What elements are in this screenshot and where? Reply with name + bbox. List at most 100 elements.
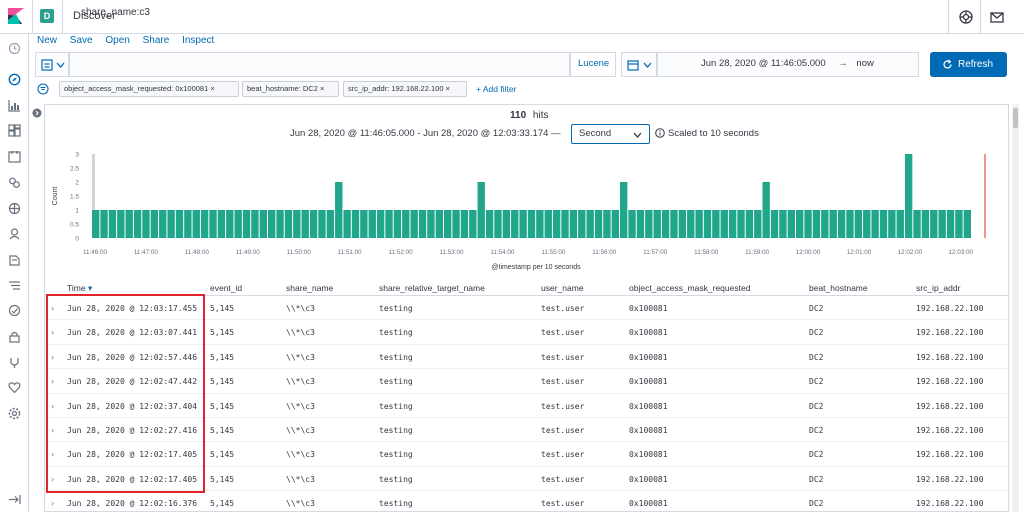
histogram-bar[interactable] <box>921 210 930 238</box>
histogram-bar[interactable] <box>527 210 536 238</box>
date-from[interactable]: Jun 28, 2020 @ 11:46:05.000 <box>701 58 826 69</box>
histogram-bar[interactable] <box>268 210 276 238</box>
histogram-bar[interactable] <box>309 210 318 238</box>
devtools-icon[interactable] <box>8 356 21 369</box>
filter-pill[interactable]: object_access_mask_requested: 0x100081 × <box>59 81 239 97</box>
histogram-bar[interactable] <box>745 210 754 238</box>
histogram-bar[interactable] <box>108 210 117 238</box>
histogram-bar[interactable] <box>812 210 821 238</box>
quick-menu-button[interactable] <box>621 52 657 77</box>
histogram-bar[interactable] <box>117 210 125 238</box>
histogram-bar[interactable] <box>435 210 443 238</box>
histogram-bar[interactable] <box>234 210 242 238</box>
collapse-icon[interactable] <box>8 493 21 506</box>
histogram-bar[interactable] <box>695 210 703 238</box>
menu-new[interactable]: New <box>37 35 57 46</box>
column-header-src-ip-addr[interactable]: src_ip_addr <box>916 283 960 293</box>
histogram-bar[interactable] <box>167 210 175 238</box>
histogram-bar[interactable] <box>469 210 477 238</box>
histogram-bar[interactable] <box>217 210 226 238</box>
menu-open[interactable]: Open <box>105 35 129 46</box>
clock-icon[interactable] <box>8 42 21 55</box>
interval-select[interactable]: Second <box>571 124 650 144</box>
histogram-bar[interactable] <box>293 210 301 238</box>
histogram-bar[interactable] <box>251 210 259 238</box>
histogram-bar[interactable] <box>133 210 142 238</box>
add-filter-button[interactable]: + Add filter <box>476 84 516 94</box>
close-icon[interactable]: × <box>210 84 214 93</box>
histogram-bar[interactable] <box>175 210 184 238</box>
column-header-object-access-mask[interactable]: object_access_mask_requested <box>629 283 750 293</box>
histogram-bar[interactable] <box>611 210 619 238</box>
histogram-bar[interactable] <box>385 210 393 238</box>
histogram-bar[interactable] <box>796 210 804 238</box>
histogram-bar[interactable] <box>955 210 963 238</box>
histogram-bar[interactable] <box>192 210 200 238</box>
space-avatar[interactable]: D <box>40 9 54 23</box>
apm-icon[interactable] <box>8 253 21 266</box>
filter-pill[interactable]: beat_hostname: DC2 × <box>242 81 339 97</box>
histogram-bar[interactable] <box>728 210 737 238</box>
histogram-bar[interactable] <box>863 210 871 238</box>
histogram-bar[interactable] <box>913 210 921 238</box>
histogram-bar[interactable] <box>351 210 360 238</box>
histogram-bar[interactable] <box>904 154 913 238</box>
monitoring-icon[interactable] <box>8 381 21 394</box>
histogram-bar[interactable] <box>393 210 402 238</box>
histogram-bar[interactable] <box>594 210 603 238</box>
histogram-bar[interactable] <box>184 210 192 238</box>
histogram-bar[interactable] <box>712 210 720 238</box>
sidebar-toggle-icon[interactable] <box>32 108 42 118</box>
histogram-bar[interactable] <box>854 210 863 238</box>
histogram-bar[interactable] <box>888 210 896 238</box>
search-input[interactable] <box>69 52 570 77</box>
histogram-bar[interactable] <box>737 210 745 238</box>
histogram-bar[interactable] <box>837 210 846 238</box>
scrollbar-thumb[interactable] <box>1013 108 1018 128</box>
compass-icon[interactable] <box>8 73 21 86</box>
column-header-time[interactable]: Time ▾ <box>67 283 92 294</box>
histogram-bar[interactable] <box>720 210 728 238</box>
column-header-event-id[interactable]: event_id <box>210 283 242 293</box>
histogram-bar[interactable] <box>578 210 586 238</box>
histogram-bar[interactable] <box>879 210 888 238</box>
mail-icon[interactable] <box>989 9 1005 25</box>
histogram-bar[interactable] <box>670 210 678 238</box>
histogram-bar[interactable] <box>661 210 670 238</box>
histogram-bar[interactable] <box>427 210 435 238</box>
histogram-bar[interactable] <box>444 210 452 238</box>
histogram-bar[interactable] <box>326 210 335 238</box>
histogram-bar[interactable] <box>645 210 653 238</box>
histogram-bar[interactable] <box>770 210 779 238</box>
close-icon[interactable]: × <box>446 84 450 93</box>
histogram-bar[interactable] <box>552 210 561 238</box>
visualize-icon[interactable] <box>8 99 21 112</box>
histogram-bar[interactable] <box>402 210 410 238</box>
column-header-share-relative-target-name[interactable]: share_relative_target_name <box>379 283 485 293</box>
histogram-bar[interactable] <box>829 210 837 238</box>
kibana-logo-icon[interactable] <box>6 6 26 26</box>
saved-query-button[interactable] <box>35 52 69 77</box>
histogram-bar[interactable] <box>226 210 234 238</box>
menu-inspect[interactable]: Inspect <box>182 35 214 46</box>
histogram-bar[interactable] <box>477 182 485 238</box>
column-header-beat-hostname[interactable]: beat_hostname <box>809 283 868 293</box>
histogram-bar[interactable] <box>762 182 770 238</box>
histogram-bar[interactable] <box>494 210 502 238</box>
histogram-bar[interactable] <box>703 210 712 238</box>
histogram-bar[interactable] <box>92 210 100 238</box>
column-header-user-name[interactable]: user_name <box>541 283 584 293</box>
histogram-bar[interactable] <box>368 210 376 238</box>
histogram-bar[interactable] <box>318 210 326 238</box>
dashboard-icon[interactable] <box>8 124 21 137</box>
histogram-bar[interactable] <box>779 210 787 238</box>
help-icon[interactable] <box>958 9 974 25</box>
histogram-bar[interactable] <box>896 210 904 238</box>
histogram-bar[interactable] <box>620 182 628 238</box>
histogram-bar[interactable] <box>938 210 946 238</box>
histogram-bar[interactable] <box>276 210 284 238</box>
filter-pill[interactable]: src_ip_addr: 192.168.22.100 × <box>343 81 467 97</box>
table-row[interactable]: › Jun 28, 2020 @ 12:02:16.376 5,145 \\*\c3 t… <box>45 491 1008 512</box>
histogram-bar[interactable] <box>561 210 569 238</box>
menu-save[interactable]: Save <box>70 35 93 46</box>
